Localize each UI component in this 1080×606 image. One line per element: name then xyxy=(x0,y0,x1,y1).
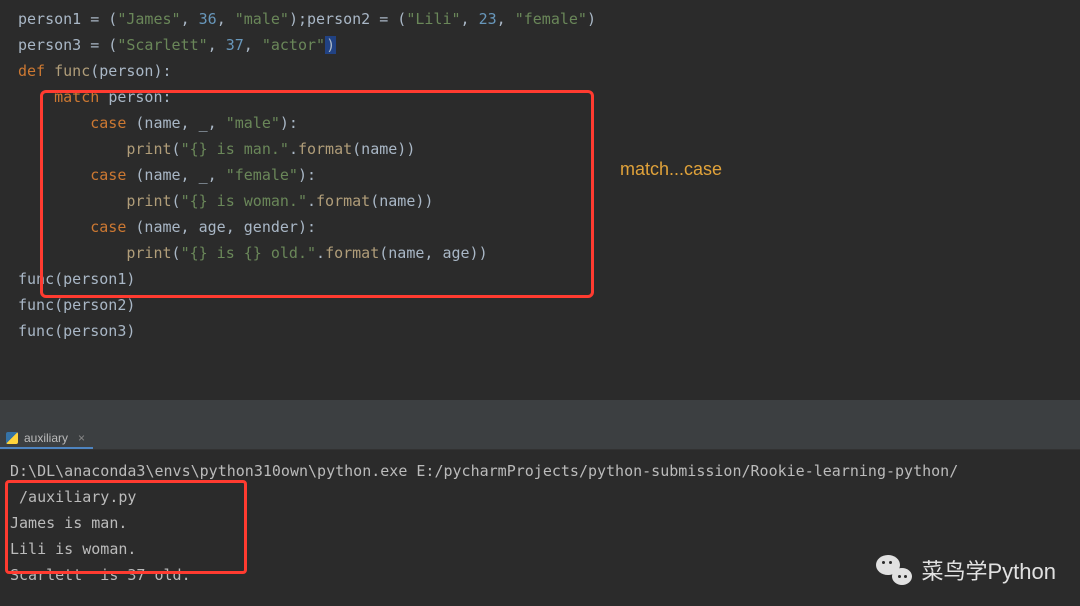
code-line: func(person3) xyxy=(18,318,1080,344)
console-line: D:\DL\anaconda3\envs\python310own\python… xyxy=(10,458,1070,484)
watermark-text: 菜鸟学Python xyxy=(922,554,1057,586)
code-line: func(person2) xyxy=(18,292,1080,318)
pane-divider[interactable] xyxy=(0,400,1080,426)
code-editor[interactable]: person1 = ("James", 36, "male");person2 … xyxy=(0,0,1080,400)
annotation-label: match...case xyxy=(620,156,722,182)
console-line: James is man. xyxy=(10,510,1070,536)
code-line: match person: xyxy=(18,84,1080,110)
code-line: case (name, _, "male"): xyxy=(18,110,1080,136)
code-line: person1 = ("James", 36, "male");person2 … xyxy=(18,6,1080,32)
console-line: /auxiliary.py xyxy=(10,484,1070,510)
caret: ) xyxy=(325,36,336,54)
gutter xyxy=(0,0,6,400)
code-line: print("{} is man.".format(name)) xyxy=(18,136,1080,162)
code-line: person3 = ("Scarlett", 37, "actor") xyxy=(18,32,1080,58)
code-line: def func(person): xyxy=(18,58,1080,84)
run-tab-auxiliary[interactable]: auxiliary × xyxy=(0,429,93,449)
wechat-icon xyxy=(876,555,912,585)
code-line: case (name, age, gender): xyxy=(18,214,1080,240)
run-tabbar: auxiliary × xyxy=(0,426,1080,450)
watermark: 菜鸟学Python xyxy=(876,554,1057,586)
code-line: print("{} is {} old.".format(name, age)) xyxy=(18,240,1080,266)
code-line: case (name, _, "female"): xyxy=(18,162,1080,188)
code-line: print("{} is woman.".format(name)) xyxy=(18,188,1080,214)
python-file-icon xyxy=(6,432,18,444)
run-tab-label: auxiliary xyxy=(24,431,68,445)
code-line: func(person1) xyxy=(18,266,1080,292)
close-icon[interactable]: × xyxy=(78,431,85,445)
